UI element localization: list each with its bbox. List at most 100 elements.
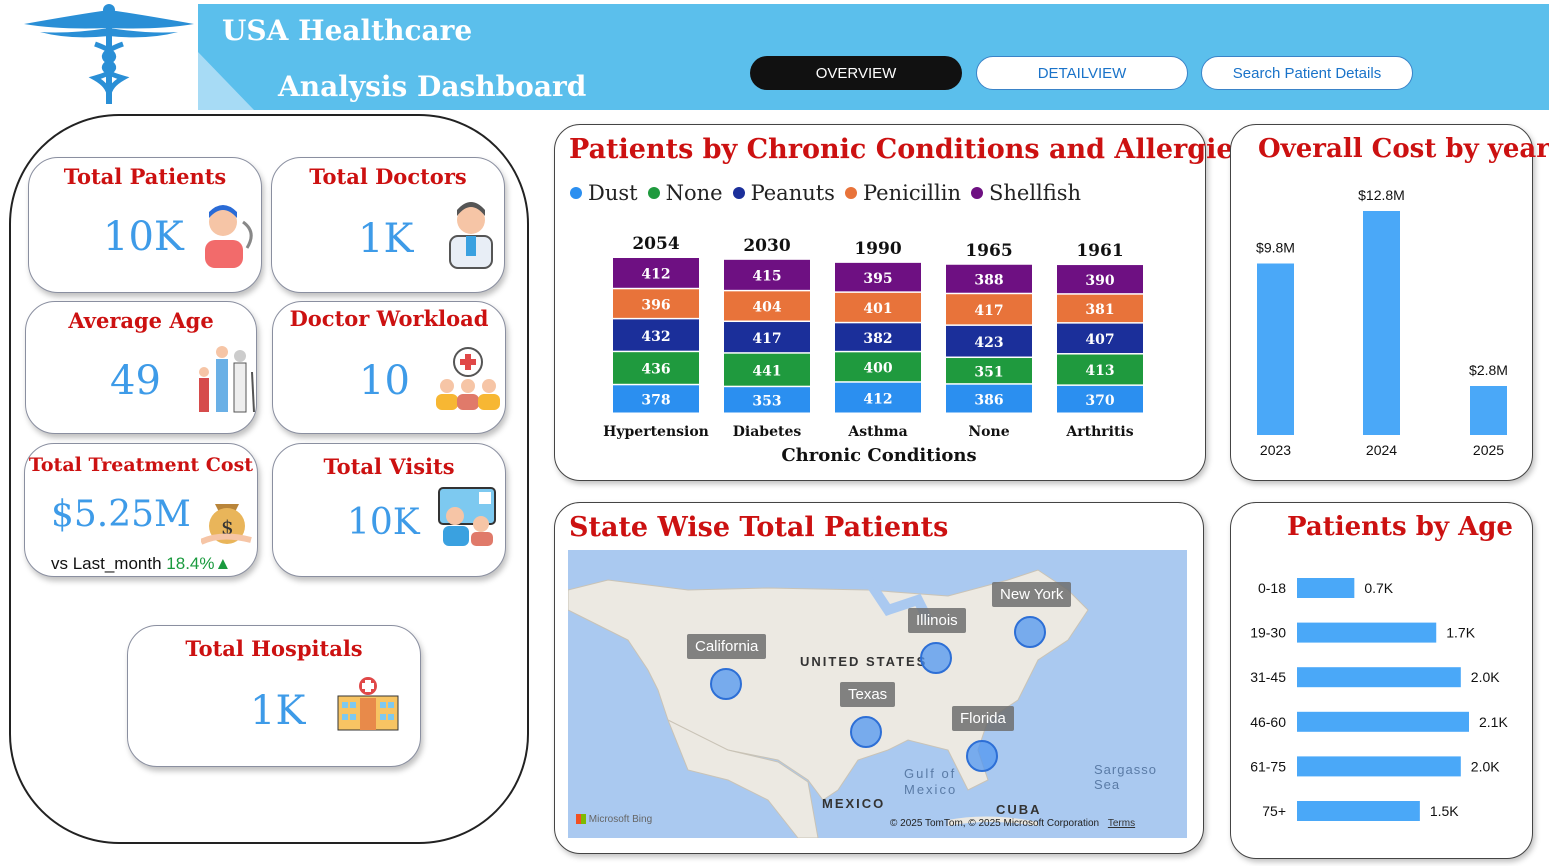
money-bag-icon: $ [199, 492, 253, 553]
doctor-icon [444, 200, 498, 275]
app-title-line1: USA Healthcare [222, 14, 473, 47]
kpi-label: Average Age [68, 308, 214, 333]
segment-label: 370 [1085, 393, 1114, 409]
total-label: 2030 [743, 236, 790, 256]
kpi-value: 10K [347, 502, 420, 543]
map-bubble-california[interactable] [710, 668, 742, 700]
age-bar[interactable] [1297, 578, 1355, 598]
legend-dot [647, 187, 660, 199]
kpi-value: $5.25M [51, 494, 191, 535]
cost-value-label: $12.8M [1358, 187, 1405, 203]
family-age-icon [194, 342, 258, 421]
cost-bar[interactable] [1257, 263, 1294, 436]
kpi-average-age: Average Age 49 [25, 301, 257, 434]
map-bubble-texas[interactable] [850, 716, 882, 748]
segment-label: 386 [974, 392, 1003, 408]
category-label: Hypertension [603, 424, 709, 440]
age-bar[interactable] [1297, 711, 1469, 732]
segment-label: 417 [974, 303, 1003, 319]
legend-item-penicillin[interactable]: Penicillin [844, 181, 961, 205]
cost-bar[interactable] [1470, 386, 1507, 435]
age-bar[interactable] [1297, 801, 1420, 821]
map-bubble-new-york[interactable] [1014, 616, 1046, 648]
chart-title-cost: Overall Cost by year [1258, 134, 1549, 164]
segment-label: 412 [863, 391, 892, 407]
attribution-text: © 2025 TomTom, © 2025 Microsoft Corporat… [890, 818, 1100, 829]
year-label: 2025 [1473, 442, 1504, 458]
age-group-label: 19-30 [1250, 625, 1286, 641]
total-label: 1961 [1076, 241, 1123, 261]
age-group-label: 0-18 [1258, 580, 1286, 596]
segment-label: 381 [1085, 302, 1114, 318]
year-label: 2023 [1260, 442, 1291, 458]
map-label-texas: Texas [840, 682, 896, 707]
legend-label: None [665, 181, 723, 205]
kpi-value: 1K [250, 688, 306, 734]
map-bubble-florida[interactable] [966, 740, 998, 772]
legend-label: Dust [588, 181, 638, 205]
legend-item-none[interactable]: None [647, 181, 723, 205]
segment-label: 415 [752, 269, 781, 285]
segment-label: 413 [1085, 363, 1114, 379]
segment-label: 378 [641, 393, 670, 409]
segment-label: 353 [752, 394, 781, 410]
segment-label: 400 [863, 361, 892, 377]
map-attribution: © 2025 TomTom, © 2025 Microsoft Corporat… [890, 818, 1135, 829]
segment-label: 351 [974, 364, 1003, 380]
kpi-value: 1K [358, 216, 414, 262]
map-bubble-illinois[interactable] [920, 642, 952, 674]
tab-search-patient-details[interactable]: Search Patient Details [1201, 56, 1413, 90]
segment-label: 423 [974, 335, 1003, 351]
age-group-label: 46-60 [1250, 714, 1286, 730]
age-bar[interactable] [1297, 667, 1461, 688]
tab-detailview[interactable]: DETAILVIEW [976, 56, 1188, 90]
us-map[interactable]: UNITED STATES Gulf of Mexico MEXICO CUBA… [568, 550, 1187, 838]
hospital-icon [334, 676, 402, 737]
legend-dot [732, 187, 745, 199]
age-value-label: 2.1K [1479, 714, 1508, 730]
kpi-value: 49 [110, 358, 161, 404]
app-title-line2: Analysis Dashboard [278, 70, 587, 103]
kpi-total-hospitals: Total Hospitals 1K [127, 625, 421, 767]
segment-label: 382 [863, 331, 892, 347]
map-label-illinois: Illinois [908, 608, 966, 633]
x-axis-label: Chronic Conditions [781, 445, 976, 466]
kpi-label: Total Doctors [309, 164, 467, 189]
kpi-label: Doctor Workload [289, 306, 489, 331]
legend-item-peanuts[interactable]: Peanuts [732, 181, 835, 205]
caduceus-logo-icon [20, 4, 198, 108]
cost-bar-chart: $9.8M 2023 $12.8M 2024 $2.8M 2025 [1256, 187, 1508, 458]
total-label: 1965 [965, 241, 1012, 261]
segment-label: 401 [863, 301, 892, 317]
age-bar[interactable] [1297, 622, 1437, 643]
age-bar[interactable] [1297, 756, 1461, 777]
cost-value-label: $2.8M [1469, 362, 1508, 378]
category-label: None [968, 424, 1009, 440]
cost-bar[interactable] [1363, 211, 1400, 435]
legend-dot [844, 187, 857, 199]
bing-logo: Microsoft Bing [576, 814, 652, 825]
age-group-label: 31-45 [1250, 669, 1286, 685]
medical-group-icon [433, 346, 503, 417]
age-bar-chart: 0-18 0.7K 19-30 1.7K 31-45 2.0K 46-60 2.1K 61-75… [1250, 578, 1508, 821]
age-value-label: 2.0K [1471, 669, 1500, 685]
tab-overview[interactable]: OVERVIEW [750, 56, 962, 90]
map-label-country: UNITED STATES [800, 654, 928, 669]
kpi-value: 10 [359, 358, 410, 404]
chart-title-age: Patients by Age [1287, 512, 1513, 542]
bing-label: Microsoft Bing [588, 814, 653, 825]
map-label-cuba: CUBA [996, 802, 1042, 817]
segment-label: 388 [974, 272, 1003, 288]
segment-label: 404 [752, 300, 781, 316]
kpi-label: Total Treatment Cost [28, 454, 254, 476]
kpi-label: Total Visits [323, 454, 455, 479]
windows-logo-icon [576, 814, 586, 825]
legend-item-dust[interactable]: Dust [570, 181, 638, 205]
legend-item-shellfish[interactable]: Shellfish [970, 181, 1081, 205]
map-label-sargasso: Sargasso Sea [1094, 762, 1157, 792]
terms-link[interactable]: Terms [1108, 818, 1135, 829]
kpi-total-treatment-cost: Total Treatment Cost $5.25M $ vs Last_mo… [24, 443, 258, 577]
category-label: Arthritis [1065, 424, 1133, 440]
legend-label: Penicillin [862, 181, 961, 205]
segment-label: 407 [1085, 332, 1114, 348]
